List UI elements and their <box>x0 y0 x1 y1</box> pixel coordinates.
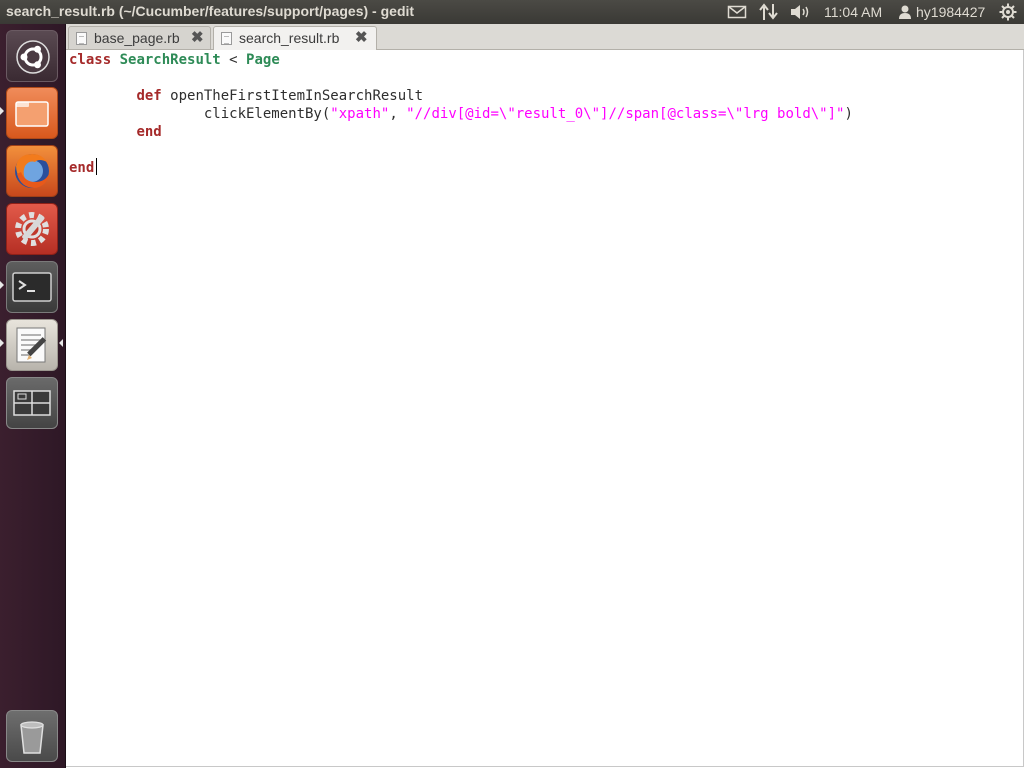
code-line-7: end <box>69 159 94 177</box>
trash-launcher[interactable] <box>6 710 58 762</box>
folder-icon <box>15 101 49 127</box>
workspace-switcher-icon <box>13 390 51 416</box>
top-panel: search_result.rb (~/Cucumber/features/su… <box>0 0 1024 24</box>
keyword: end <box>136 124 162 140</box>
dash-home-button[interactable] <box>6 30 58 82</box>
tab-label: base_page.rb <box>94 30 180 46</box>
paren: ) <box>844 106 853 122</box>
tab-base-page[interactable]: base_page.rb ✖ <box>68 26 211 49</box>
running-indicator <box>0 281 4 289</box>
window-title: search_result.rb (~/Cucumber/features/su… <box>6 3 415 19</box>
code-line-1: class SearchResult < Page <box>69 51 280 69</box>
method-call: clickElementBy( <box>203 106 331 122</box>
tab-bar: base_page.rb ✖ search_result.rb ✖ <box>66 24 1024 50</box>
tab-label: search_result.rb <box>239 30 340 46</box>
clock[interactable]: 11:04 AM <box>824 0 882 24</box>
keyword: class <box>69 52 112 68</box>
string-literal: "xpath" <box>330 106 390 122</box>
tab-search-result[interactable]: search_result.rb ✖ <box>213 26 377 50</box>
document-icon <box>221 32 232 45</box>
close-icon[interactable]: ✖ <box>355 30 368 46</box>
parent-class: Page <box>246 52 280 68</box>
text-editor-icon <box>16 327 47 363</box>
username-label: hy1984427 <box>916 4 986 20</box>
mail-icon[interactable] <box>727 0 747 24</box>
keyword: end <box>69 160 95 176</box>
gear-icon[interactable] <box>999 0 1017 24</box>
class-name: SearchResult <box>119 52 221 68</box>
terminal-launcher[interactable] <box>6 261 58 313</box>
firefox-icon <box>15 154 49 188</box>
files-launcher[interactable] <box>6 87 58 139</box>
method-name: openTheFirstItemInSearchResult <box>161 88 424 104</box>
text-editor-launcher[interactable] <box>6 319 58 371</box>
firefox-launcher[interactable] <box>6 145 58 197</box>
operator: < <box>220 52 247 68</box>
string-literal: "//div[@id=\"result_0\"]//span[@class=\"… <box>406 106 845 122</box>
trash-icon <box>20 721 44 754</box>
settings-wrench-icon <box>15 212 49 246</box>
keyword: def <box>136 88 162 104</box>
document-icon <box>76 32 87 45</box>
close-icon[interactable]: ✖ <box>191 30 204 46</box>
user-menu[interactable]: hy1984427 <box>898 0 985 24</box>
code-line-3: def openTheFirstItemInSearchResult <box>69 87 423 105</box>
code-editor[interactable]: class SearchResult < Page def openTheFir… <box>66 50 1024 767</box>
code-line-5: end <box>69 123 162 141</box>
user-icon <box>899 5 911 19</box>
code-line-4: clickElementBy("xpath", "//div[@id=\"res… <box>69 105 853 123</box>
launcher <box>0 24 66 768</box>
text-cursor <box>96 158 97 175</box>
ubuntu-logo-icon <box>16 40 50 74</box>
clock-label: 11:04 AM <box>824 4 883 20</box>
focused-indicator <box>59 339 63 347</box>
volume-icon[interactable] <box>790 0 812 24</box>
system-settings-launcher[interactable] <box>6 203 58 255</box>
running-indicator <box>0 107 4 115</box>
network-icon[interactable] <box>759 0 779 24</box>
running-indicator <box>0 339 4 347</box>
terminal-icon <box>12 272 52 302</box>
separator: , <box>389 106 407 122</box>
workspace-switcher-launcher[interactable] <box>6 377 58 429</box>
